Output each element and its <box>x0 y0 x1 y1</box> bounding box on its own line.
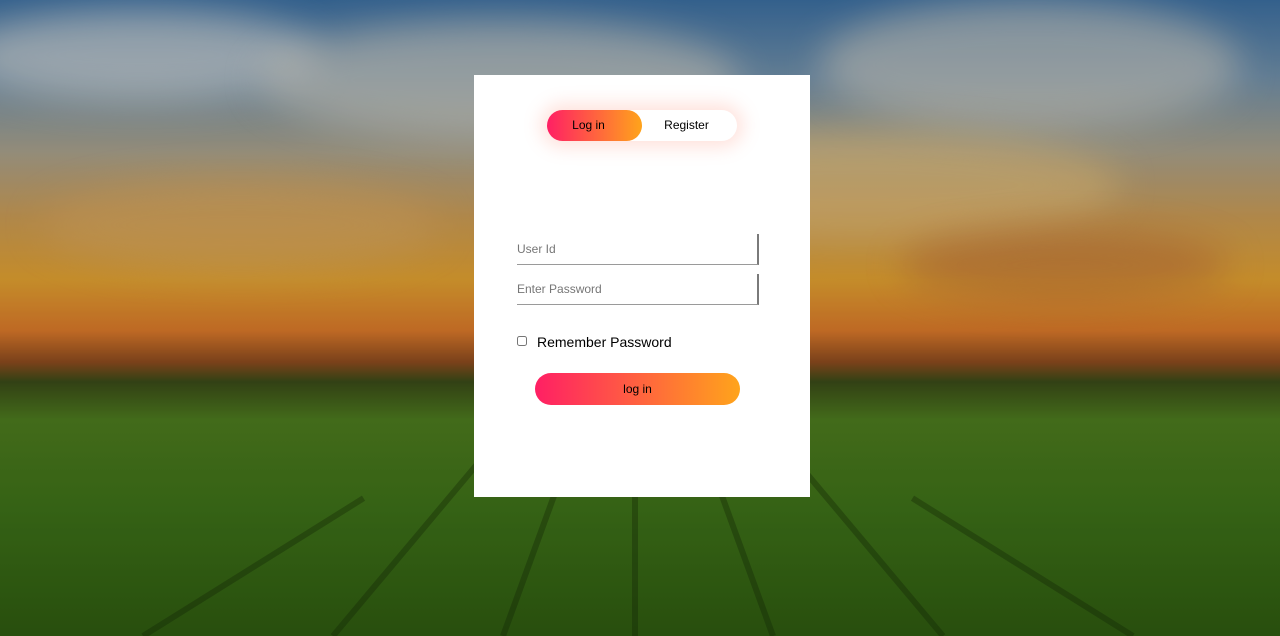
remember-checkbox[interactable] <box>517 336 527 346</box>
password-input[interactable] <box>517 274 759 305</box>
auth-toggle: Log in Register <box>547 110 737 141</box>
background-landscape: Log in Register Remember Password log in <box>0 0 1280 636</box>
login-card: Log in Register Remember Password log in <box>474 75 810 497</box>
remember-label: Remember Password <box>537 334 672 350</box>
tab-login[interactable]: Log in <box>547 110 630 141</box>
userid-input[interactable] <box>517 234 759 265</box>
login-submit-button[interactable]: log in <box>535 373 740 405</box>
tab-register[interactable]: Register <box>642 110 731 141</box>
